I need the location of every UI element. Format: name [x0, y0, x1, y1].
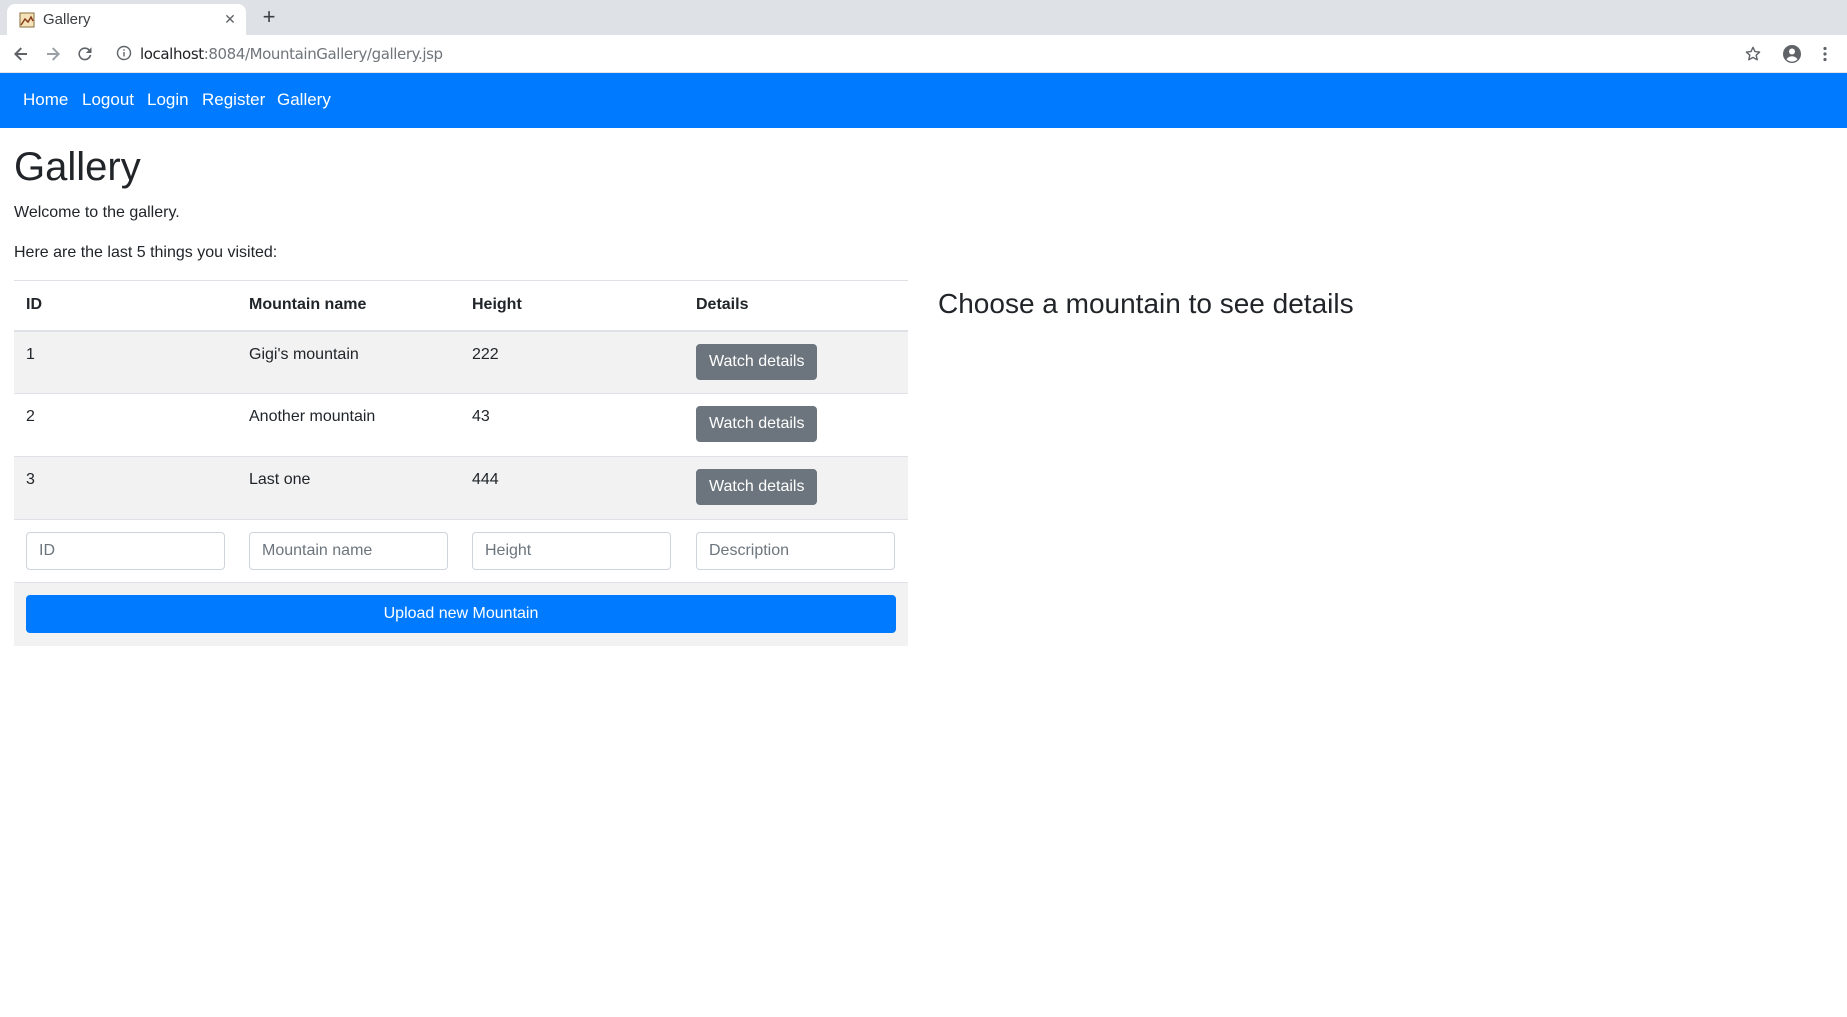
- address-bar[interactable]: localhost:8084/MountainGallery/gallery.j…: [106, 39, 1746, 67]
- table-row: 3 Last one 444 Watch details: [14, 456, 908, 520]
- cell-id: 3: [26, 471, 35, 488]
- browser-tab[interactable]: Gallery ✕: [7, 4, 246, 35]
- page-title: Gallery: [14, 145, 141, 189]
- upload-mountain-button[interactable]: Upload new Mountain: [26, 595, 896, 633]
- new-tab-button[interactable]: +: [257, 4, 281, 29]
- watch-details-button[interactable]: Watch details: [696, 469, 818, 505]
- star-icon[interactable]: [1740, 41, 1766, 67]
- close-tab-icon[interactable]: ✕: [221, 10, 239, 28]
- tab-title: Gallery: [43, 11, 91, 28]
- nav-register-link[interactable]: Register: [202, 90, 265, 110]
- nav-login-link[interactable]: Login: [147, 90, 189, 110]
- header-height: Height: [472, 296, 522, 314]
- height-input[interactable]: [472, 532, 671, 570]
- cell-height: 43: [472, 408, 490, 425]
- new-mountain-input-row: [14, 520, 908, 583]
- url-path: :8084/MountainGallery/gallery.jsp: [203, 45, 443, 63]
- forward-icon[interactable]: [40, 41, 66, 67]
- browser-tabstrip: Gallery ✕ +: [0, 0, 1847, 35]
- nav-gallery-link[interactable]: Gallery: [277, 90, 331, 110]
- cell-mountain-name: Another mountain: [249, 408, 376, 425]
- table-row: 2 Another mountain 43 Watch details: [14, 394, 908, 457]
- cell-details: Watch details: [684, 394, 908, 457]
- table-header-row: ID Mountain name Height Details: [14, 280, 908, 331]
- watch-details-button[interactable]: Watch details: [696, 343, 818, 380]
- header-mountain-name: Mountain name: [249, 296, 367, 314]
- url-host: localhost: [140, 45, 204, 63]
- upload-row: Upload new Mountain: [14, 582, 908, 646]
- details-heading: Choose a mountain to see details: [938, 288, 1354, 319]
- account-icon[interactable]: [1779, 41, 1805, 67]
- header-details: Details: [696, 296, 749, 314]
- welcome-text: Welcome to the gallery.: [14, 204, 180, 221]
- cell-height: 222: [472, 345, 499, 363]
- watch-details-button[interactable]: Watch details: [696, 406, 818, 442]
- mountain-table: ID Mountain name Height Details 1 Gigi's…: [14, 280, 908, 646]
- info-icon[interactable]: [116, 45, 132, 61]
- header-id: ID: [26, 296, 42, 314]
- cell-mountain-name: Last one: [249, 471, 311, 488]
- cell-mountain-name: Gigi's mountain: [249, 345, 359, 363]
- mountain-name-input[interactable]: [249, 532, 448, 570]
- image-favicon-icon: [19, 12, 35, 28]
- reload-icon[interactable]: [72, 41, 98, 67]
- navbar: Home Logout Login Register Gallery: [0, 73, 1847, 128]
- cell-height: 444: [472, 471, 499, 488]
- cell-id: 1: [26, 345, 35, 363]
- table-row: 1 Gigi's mountain 222 Watch details: [14, 330, 908, 394]
- cell-details: Watch details: [684, 457, 908, 520]
- cell-id: 2: [26, 408, 35, 425]
- nav-home-link[interactable]: Home: [23, 90, 68, 110]
- browser-toolbar: localhost:8084/MountainGallery/gallery.j…: [0, 35, 1847, 73]
- visited-text: Here are the last 5 things you visited:: [14, 244, 278, 261]
- nav-logout-link[interactable]: Logout: [82, 90, 134, 110]
- menu-icon[interactable]: [1812, 41, 1838, 67]
- back-icon[interactable]: [8, 41, 34, 67]
- cell-details: Watch details: [684, 331, 908, 394]
- id-input[interactable]: [26, 532, 225, 570]
- description-input[interactable]: [696, 532, 895, 570]
- url-text: localhost:8084/MountainGallery/gallery.j…: [140, 45, 443, 63]
